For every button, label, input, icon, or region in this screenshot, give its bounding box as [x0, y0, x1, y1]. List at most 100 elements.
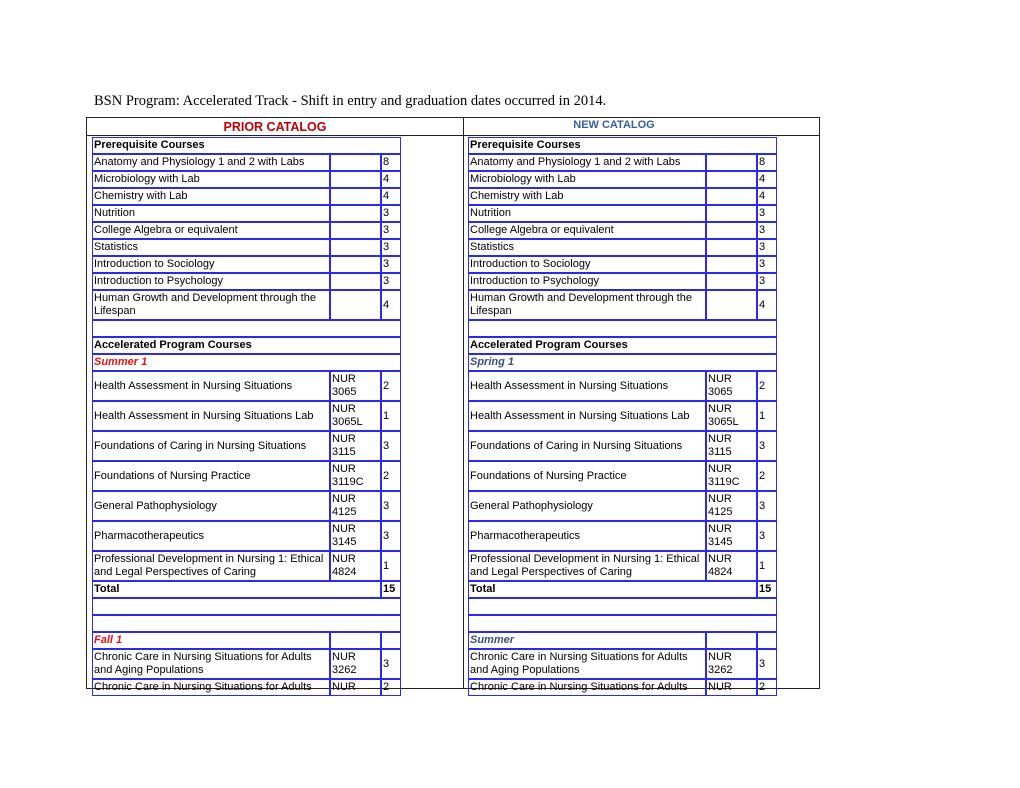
course-row: Foundations of Nursing Practice NUR 3119C 2 — [468, 461, 777, 491]
prereq-row: Nutrition 3 — [92, 205, 401, 222]
blank-cell — [757, 632, 777, 649]
prereq-row: Microbiology with Lab 4 — [92, 171, 401, 188]
course-credits: 2 — [381, 461, 401, 491]
prereq-credits: 4 — [381, 188, 401, 205]
prereq-row: Statistics 3 — [92, 239, 401, 256]
prereq-code — [330, 239, 381, 256]
course-code: NUR 3065L — [706, 401, 757, 431]
course-name: Foundations of Nursing Practice — [92, 461, 330, 491]
term-label-row: Summer — [468, 632, 777, 649]
course-code-number: 3119C — [332, 476, 364, 488]
prereq-code — [706, 239, 757, 256]
total-label: Total — [92, 581, 381, 598]
course-credits: 3 — [757, 431, 777, 461]
prereq-code — [330, 290, 381, 320]
term1-label: Spring 1 — [468, 354, 777, 371]
prereq-name: Microbiology with Lab — [468, 171, 706, 188]
course-code: NUR 3119C — [330, 461, 381, 491]
new-catalog-courses-table: Prerequisite Courses Anatomy and Physiolo… — [468, 137, 777, 696]
prereq-name: Human Growth and Development through the… — [468, 290, 706, 320]
course-code-prefix: NUR — [708, 553, 732, 565]
header-divider — [87, 135, 819, 136]
prereq-code — [706, 290, 757, 320]
course-row: Chronic Care in Nursing Situations for A… — [92, 649, 401, 679]
prereq-row: Anatomy and Physiology 1 and 2 with Labs… — [92, 154, 401, 171]
prereq-row: Chemistry with Lab 4 — [92, 188, 401, 205]
term-label-row: Summer 1 — [92, 354, 401, 371]
blank-cell — [330, 632, 381, 649]
prereq-row: Chemistry with Lab 4 — [468, 188, 777, 205]
course-name: Foundations of Caring in Nursing Situati… — [92, 431, 330, 461]
course-name: General Pathophysiology — [92, 491, 330, 521]
course-code-prefix: NUR — [332, 523, 356, 535]
prereq-row: Microbiology with Lab 4 — [468, 171, 777, 188]
course-name: Pharmacotherapeutics — [468, 521, 706, 551]
total-credits: 15 — [757, 581, 777, 598]
course-credits: 3 — [381, 649, 401, 679]
prereq-code — [330, 188, 381, 205]
prereq-name: Chemistry with Lab — [92, 188, 330, 205]
prereq-code — [706, 171, 757, 188]
prereq-row: Introduction to Sociology 3 — [468, 256, 777, 273]
prereq-code — [706, 222, 757, 239]
course-name: Health Assessment in Nursing Situations … — [92, 401, 330, 431]
prereq-row: College Algebra or equivalent 3 — [92, 222, 401, 239]
blank-row — [468, 615, 777, 632]
blank-row — [468, 320, 777, 337]
course-code-number: 3065L — [332, 416, 363, 428]
course-row: Health Assessment in Nursing Situations … — [92, 401, 401, 431]
prereq-code — [706, 205, 757, 222]
course-name: Health Assessment in Nursing Situations — [468, 371, 706, 401]
course-code-number: 3145 — [708, 536, 733, 548]
prereq-heading: Prerequisite Courses — [92, 137, 401, 154]
course-row: Chronic Care in Nursing Situations for A… — [468, 679, 777, 696]
course-code-number: 3145 — [332, 536, 357, 548]
prereq-credits: 3 — [381, 273, 401, 290]
course-code-prefix: NUR — [708, 681, 732, 693]
course-row: Health Assessment in Nursing Situations N… — [92, 371, 401, 401]
term2-label: Summer — [468, 632, 706, 649]
column-divider — [463, 118, 464, 688]
prereq-row: Nutrition 3 — [468, 205, 777, 222]
course-code-prefix: NUR — [708, 403, 732, 415]
course-credits: 2 — [381, 371, 401, 401]
total-credits: 15 — [381, 581, 401, 598]
prereq-name: Microbiology with Lab — [92, 171, 330, 188]
program-heading: Accelerated Program Courses — [92, 337, 401, 354]
prereq-credits: 8 — [757, 154, 777, 171]
course-credits: 2 — [757, 371, 777, 401]
course-code-number: 3065 — [708, 386, 733, 398]
course-code-prefix: NUR — [708, 523, 732, 535]
prereq-credits: 3 — [381, 239, 401, 256]
prereq-code — [706, 154, 757, 171]
course-code-prefix: NUR — [332, 403, 356, 415]
prereq-name: Introduction to Psychology — [92, 273, 330, 290]
course-code: NUR 3065 — [330, 371, 381, 401]
prereq-row: Anatomy and Physiology 1 and 2 with Labs… — [468, 154, 777, 171]
course-credits: 2 — [757, 679, 777, 696]
prereq-row: Human Growth and Development through the… — [92, 290, 401, 320]
blank-cell — [92, 320, 401, 337]
prereq-name: College Algebra or equivalent — [92, 222, 330, 239]
blank-cell — [92, 615, 401, 632]
course-code: NUR 4824 — [706, 551, 757, 581]
prereq-code — [330, 273, 381, 290]
course-name: Professional Development in Nursing 1: E… — [468, 551, 706, 581]
prereq-name: Chemistry with Lab — [468, 188, 706, 205]
prereq-name: Introduction to Psychology — [468, 273, 706, 290]
prereq-credits: 4 — [381, 171, 401, 188]
prior-catalog-heading: PRIOR CATALOG — [223, 120, 327, 134]
document-title: BSN Program: Accelerated Track - Shift i… — [94, 93, 607, 109]
course-credits: 2 — [757, 461, 777, 491]
course-credits: 3 — [381, 431, 401, 461]
course-code-number: 4824 — [708, 566, 733, 578]
prereq-name: Introduction to Sociology — [468, 256, 706, 273]
prereq-credits: 3 — [381, 205, 401, 222]
prereq-credits: 3 — [381, 222, 401, 239]
new-catalog-heading: NEW CATALOG — [573, 119, 655, 131]
course-row: Chronic Care in Nursing Situations for A… — [92, 679, 401, 696]
blank-row — [92, 320, 401, 337]
prereq-code — [706, 188, 757, 205]
course-code: NUR 3119C — [706, 461, 757, 491]
prereq-name: Anatomy and Physiology 1 and 2 with Labs — [92, 154, 330, 171]
